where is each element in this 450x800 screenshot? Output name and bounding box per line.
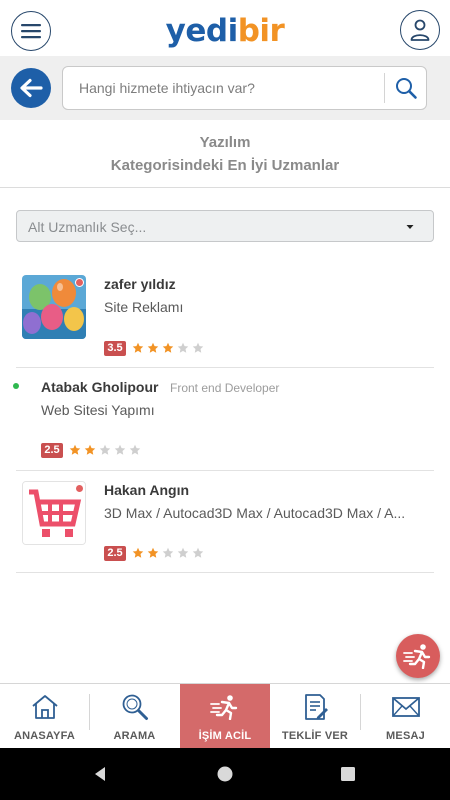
expert-service: Web Sitesi Yapımı [41, 402, 155, 418]
back-button[interactable] [11, 68, 51, 108]
rating-badge: 2.5 [41, 442, 63, 458]
star-empty-icon [99, 444, 111, 455]
star-empty-icon [177, 547, 189, 558]
search-icon [396, 78, 417, 99]
system-nav-bar [0, 748, 450, 800]
search-icon [120, 692, 150, 722]
star-filled-icon [147, 547, 159, 558]
online-status-dot [13, 383, 19, 389]
subspecialty-select-value: Alt Uzmanlık Seç... [28, 219, 147, 235]
star-filled-icon [132, 342, 144, 353]
triangle-back-icon [95, 767, 105, 781]
square-recents-icon [341, 767, 355, 781]
expert-card-3[interactable]: Hakan Angın 3D Max / Autocad3D Max / Aut… [16, 471, 434, 573]
logo-part-yedi: yedi [165, 13, 239, 49]
running-person-icon [403, 644, 431, 669]
arrow-left-icon [20, 78, 43, 98]
category-subtitle: Kategorisindeki En İyi Uzmanlar [110, 157, 340, 174]
avatar-status-badge [75, 484, 84, 493]
nav-label: ANASAYFA [13, 730, 76, 742]
category-title: Yazılım [199, 134, 251, 151]
nav-label: ARAMA [113, 730, 156, 742]
star-empty-icon [114, 444, 126, 455]
star-filled-icon [147, 342, 159, 353]
circle-home-icon [217, 766, 233, 782]
star-rating [69, 444, 144, 456]
expert-rating: 2.5 [41, 442, 144, 458]
profile-button[interactable] [400, 10, 440, 50]
expert-name[interactable]: Hakan Angın [104, 482, 189, 498]
search-input[interactable] [63, 67, 383, 109]
nav-item-urgent[interactable]: İŞİM ACİL [180, 684, 270, 748]
nav-label: TEKLİF VER [281, 730, 349, 742]
star-empty-icon [177, 342, 189, 353]
search-button[interactable] [389, 71, 423, 105]
bottom-navigation: ANASAYFA ARAMA İŞİM ACİL TEKLİF VER MESA… [0, 683, 450, 748]
star-filled-icon [162, 342, 174, 353]
star-empty-icon [192, 342, 204, 353]
star-rating [132, 547, 207, 559]
chevron-down-icon [406, 225, 414, 229]
subspecialty-select[interactable]: Alt Uzmanlık Seç... [16, 210, 434, 242]
expert-role: Front end Developer [170, 381, 280, 395]
star-empty-icon [162, 547, 174, 558]
urgent-fab-button[interactable] [396, 634, 440, 678]
expert-card-2[interactable]: Atabak Gholipour Front end Developer Web… [13, 368, 434, 471]
avatar-status-badge [75, 278, 84, 287]
app-logo[interactable]: yedibir [0, 13, 450, 49]
rating-badge: 3.5 [104, 340, 126, 356]
home-icon [30, 692, 60, 722]
expert-service: Site Reklamı [104, 299, 184, 315]
rating-badge: 2.5 [104, 545, 126, 561]
star-empty-icon [129, 444, 141, 455]
search-divider [384, 73, 385, 103]
star-filled-icon [84, 444, 96, 455]
expert-rating: 3.5 [104, 340, 207, 356]
running-person-icon [210, 692, 240, 722]
star-empty-icon [192, 547, 204, 558]
nav-item-offer[interactable]: TEKLİF VER [270, 684, 360, 748]
nav-item-home[interactable]: ANASAYFA [0, 684, 89, 748]
nav-item-message[interactable]: MESAJ [361, 684, 450, 748]
heading-divider [0, 187, 450, 188]
envelope-icon [391, 692, 421, 722]
search-bar [0, 56, 450, 120]
star-filled-icon [132, 547, 144, 558]
star-rating [132, 342, 207, 354]
expert-service: 3D Max / Autocad3D Max / Autocad3D Max /… [104, 505, 406, 521]
expert-rating: 2.5 [104, 545, 207, 561]
category-heading: Yazılım Kategorisindeki En İyi Uzmanlar [0, 131, 450, 177]
search-box [62, 66, 427, 110]
expert-name[interactable]: Atabak Gholipour [41, 379, 158, 395]
nav-item-search[interactable]: ARAMA [90, 684, 179, 748]
app-header: yedibir [0, 0, 450, 56]
system-home-button[interactable] [195, 748, 255, 800]
system-recents-button[interactable] [318, 748, 378, 800]
star-filled-icon [69, 444, 81, 455]
logo-part-bir: bir [237, 13, 285, 49]
document-edit-icon [300, 692, 330, 722]
expert-name[interactable]: zafer yıldız [104, 276, 176, 292]
nav-label: İŞİM ACİL [198, 730, 252, 742]
user-icon [410, 19, 430, 41]
item-divider [16, 572, 434, 573]
expert-card-1[interactable]: zafer yıldız Site Reklamı 3.5 [16, 266, 434, 368]
system-back-button[interactable] [70, 748, 130, 800]
nav-label: MESAJ [386, 730, 425, 742]
